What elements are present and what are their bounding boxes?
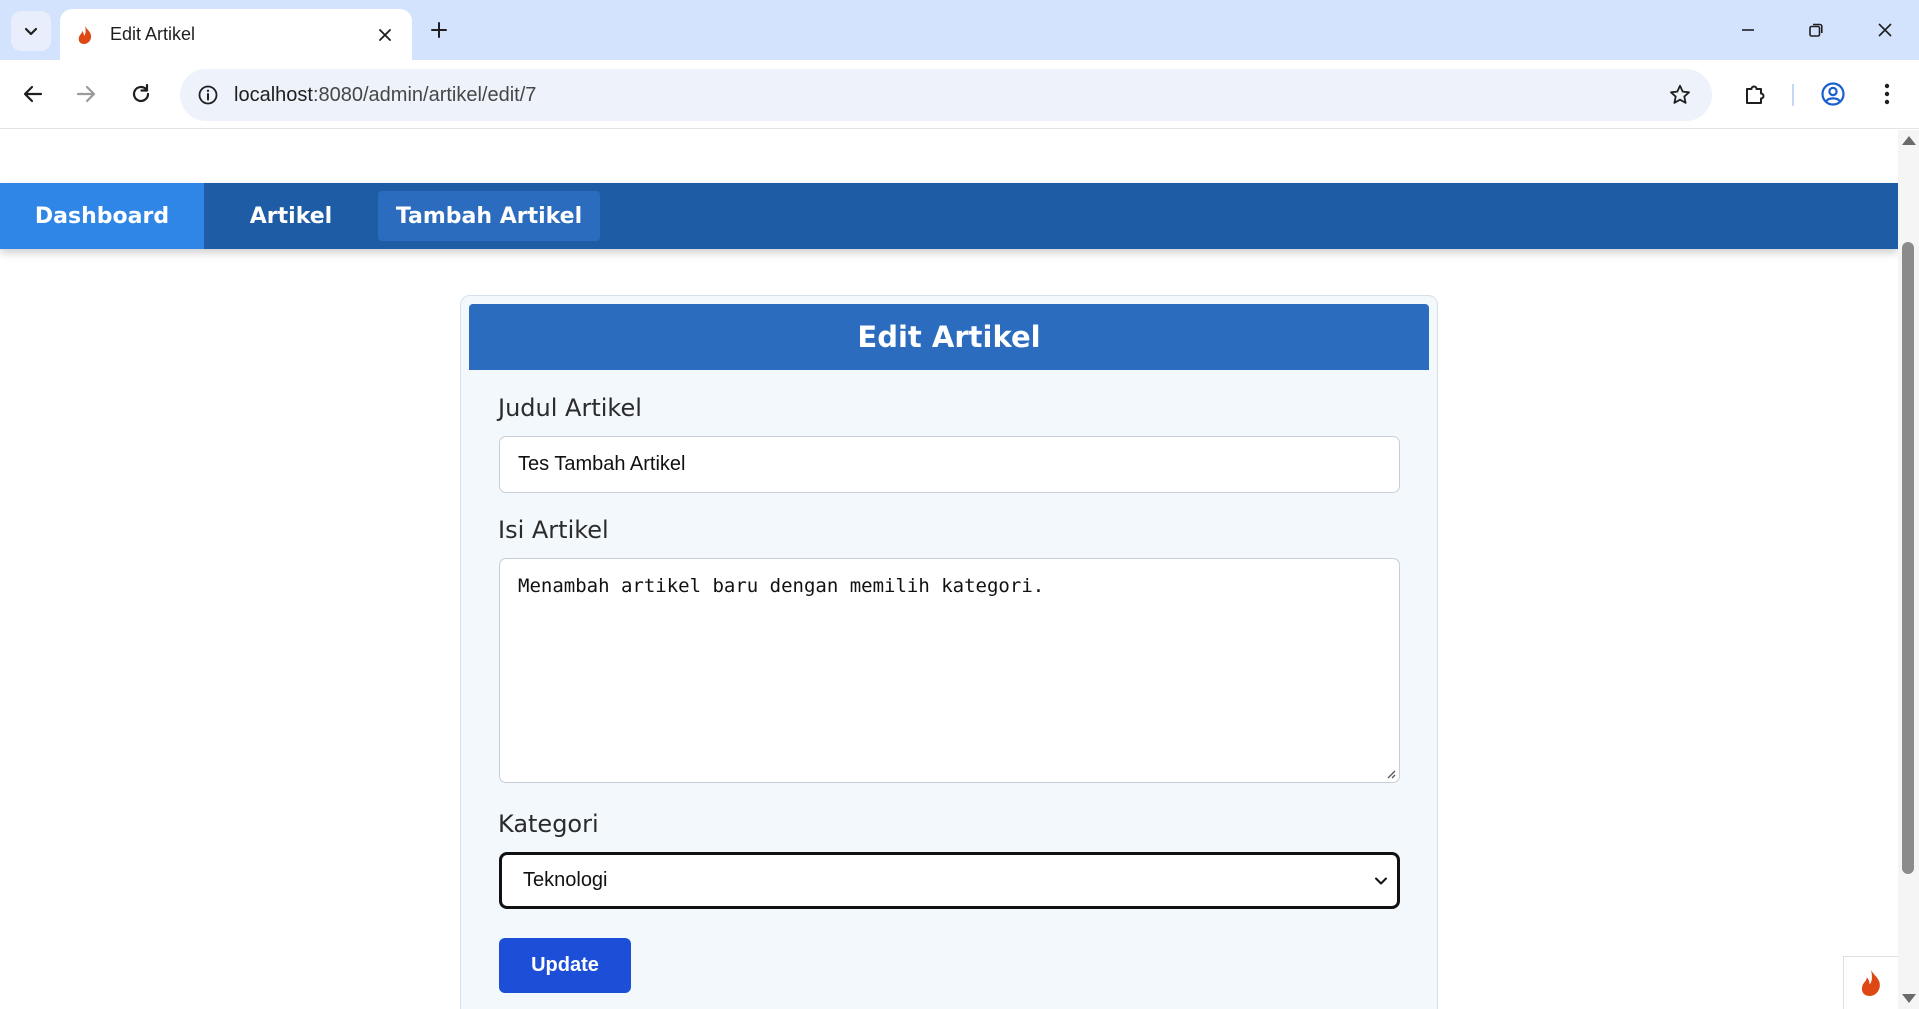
debug-toolbar-toggle[interactable] [1843, 956, 1898, 1009]
edit-form-card: Edit Artikel Judul Artikel Tes Tambah Ar… [460, 295, 1438, 1009]
site-info-icon[interactable] [182, 69, 234, 121]
url-text[interactable]: localhost:8080/admin/artikel/edit/7 [234, 84, 536, 107]
isi-textarea-value: Menambah artikel baru dengan memilih kat… [518, 575, 1045, 597]
extensions-button[interactable] [1737, 76, 1773, 112]
kategori-select[interactable]: Teknologi [499, 852, 1400, 909]
new-tab-button[interactable] [424, 15, 454, 45]
scrollbar-thumb[interactable] [1902, 242, 1914, 874]
forward-button[interactable] [66, 74, 106, 114]
isi-textarea[interactable]: Menambah artikel baru dengan memilih kat… [499, 558, 1400, 783]
bookmark-star-icon[interactable] [1666, 81, 1694, 109]
update-button[interactable]: Update [499, 938, 631, 993]
scroll-down-arrow-icon[interactable] [1902, 994, 1916, 1003]
judul-input[interactable]: Tes Tambah Artikel [499, 436, 1400, 493]
url-host: localhost [234, 83, 313, 106]
tab-search-button[interactable] [11, 11, 51, 51]
reload-icon [132, 83, 150, 103]
admin-navbar: Dashboard Artikel Tambah Artikel [0, 183, 1898, 249]
nav-tambah-artikel[interactable]: Tambah Artikel [378, 191, 600, 241]
toolbar-separator [1792, 84, 1794, 106]
reload-button[interactable] [121, 74, 161, 114]
kategori-label: Kategori [498, 810, 599, 838]
restore-button[interactable] [1794, 10, 1838, 50]
tab-title: Edit Artikel [110, 24, 196, 44]
profile-button[interactable] [1815, 76, 1851, 112]
arrow-left-icon [23, 85, 43, 103]
page-scrollbar[interactable] [1898, 130, 1919, 1009]
more-vert-icon [1884, 83, 1890, 105]
minimize-icon [1742, 29, 1754, 31]
menu-button[interactable] [1869, 76, 1905, 112]
browser-toolbar: localhost:8080/admin/artikel/edit/7 [0, 60, 1919, 129]
minimize-button[interactable] [1726, 10, 1770, 50]
chevron-down-icon [1371, 871, 1391, 891]
url-path: :8080/admin/artikel/edit/7 [312, 83, 537, 106]
codeigniter-flame-icon [1861, 970, 1880, 996]
scroll-up-arrow-icon[interactable] [1902, 136, 1916, 145]
codeigniter-flame-icon [74, 24, 96, 46]
account-circle-icon [1821, 82, 1845, 106]
browser-tabstrip: Edit Artikel [0, 0, 1919, 60]
browser-tab[interactable]: Edit Artikel [60, 9, 412, 60]
back-button[interactable] [13, 74, 53, 114]
nav-artikel[interactable]: Artikel [204, 183, 378, 249]
kategori-selected-value: Teknologi [523, 869, 608, 891]
address-bar[interactable]: localhost:8080/admin/artikel/edit/7 [180, 69, 1712, 121]
puzzle-icon [1746, 85, 1765, 104]
arrow-right-icon [76, 85, 96, 103]
plus-icon [431, 22, 447, 38]
nav-dashboard[interactable]: Dashboard [0, 183, 204, 249]
window-close-button[interactable] [1863, 10, 1907, 50]
chevron-down-icon [24, 27, 38, 36]
page-title: Edit Artikel [469, 304, 1429, 370]
resize-grip-icon[interactable] [1384, 767, 1396, 779]
page-viewport: Dashboard Artikel Tambah Artikel Edit Ar… [0, 130, 1898, 1009]
isi-label: Isi Artikel [498, 516, 609, 544]
judul-label: Judul Artikel [498, 394, 642, 422]
restore-icon [1809, 23, 1823, 37]
close-icon [1878, 23, 1892, 37]
close-icon[interactable] [372, 22, 398, 48]
